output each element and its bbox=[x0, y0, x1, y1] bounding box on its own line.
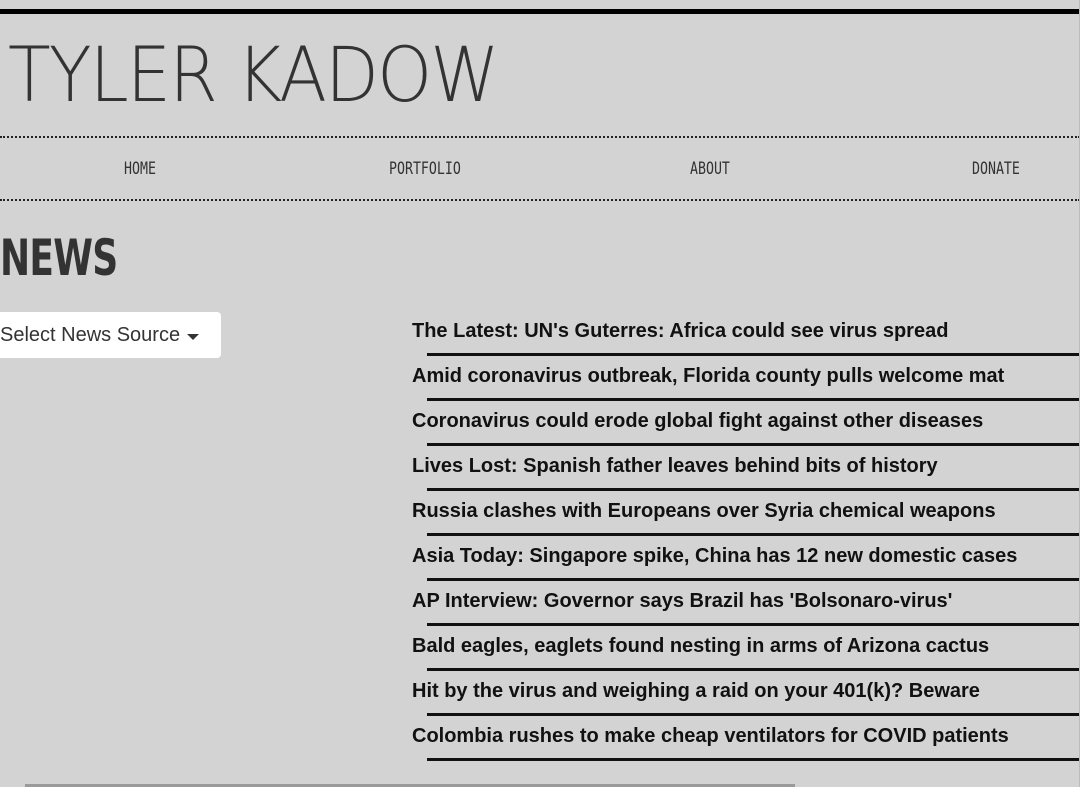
nav-home-link[interactable]: HOME bbox=[124, 159, 156, 179]
headline-link[interactable]: Colombia rushes to make cheap ventilator… bbox=[412, 725, 1009, 748]
nav-portfolio-link[interactable]: PORTFOLIO bbox=[389, 159, 461, 179]
site-logo[interactable]: TYLER KADOW bbox=[8, 30, 499, 120]
headline-link[interactable]: Hit by the virus and weighing a raid on … bbox=[412, 680, 980, 703]
headline-item: AP Interview: Governor says Brazil has '… bbox=[412, 580, 1080, 626]
headline-item: Coronavirus could erode global fight aga… bbox=[412, 400, 1080, 446]
caret-down-icon bbox=[187, 333, 200, 340]
headline-link[interactable]: Asia Today: Singapore spike, China has 1… bbox=[412, 545, 1017, 568]
headline-link[interactable]: Bald eagles, eaglets found nesting in ar… bbox=[412, 635, 989, 658]
headline-item: Colombia rushes to make cheap ventilator… bbox=[412, 715, 1080, 761]
headline-link[interactable]: AP Interview: Governor says Brazil has '… bbox=[412, 590, 952, 613]
nav-donate-link[interactable]: DONATE bbox=[972, 159, 1020, 179]
nav-bottom-divider bbox=[0, 199, 1080, 201]
headline-item: Amid coronavirus outbreak, Florida count… bbox=[412, 355, 1080, 401]
headline-link[interactable]: Lives Lost: Spanish father leaves behind… bbox=[412, 455, 938, 478]
headline-link[interactable]: Coronavirus could erode global fight aga… bbox=[412, 410, 983, 433]
news-source-dropdown-label: Select News Source bbox=[0, 323, 181, 346]
nav-top-divider bbox=[0, 136, 1080, 138]
headline-link[interactable]: Amid coronavirus outbreak, Florida count… bbox=[412, 365, 1004, 388]
headline-link[interactable]: Russia clashes with Europeans over Syria… bbox=[412, 500, 996, 523]
news-source-dropdown[interactable]: Select News Source bbox=[0, 312, 221, 358]
headline-link[interactable]: The Latest: UN's Guterres: Africa could … bbox=[412, 320, 948, 343]
headline-item: Asia Today: Singapore spike, China has 1… bbox=[412, 535, 1080, 581]
headline-item: Lives Lost: Spanish father leaves behind… bbox=[412, 445, 1080, 491]
main-nav: HOME PORTFOLIO ABOUT DONATE bbox=[0, 139, 1080, 201]
headline-item: Russia clashes with Europeans over Syria… bbox=[412, 490, 1080, 536]
headline-list: The Latest: UN's Guterres: Africa could … bbox=[412, 310, 1080, 761]
headline-divider bbox=[427, 758, 1080, 761]
top-border-bar bbox=[0, 9, 1080, 14]
headline-item: The Latest: UN's Guterres: Africa could … bbox=[412, 310, 1080, 356]
headline-item: Hit by the virus and weighing a raid on … bbox=[412, 670, 1080, 716]
nav-about-link[interactable]: ABOUT bbox=[690, 159, 730, 179]
page-title: NEWS bbox=[0, 229, 118, 287]
headline-item: Bald eagles, eaglets found nesting in ar… bbox=[412, 625, 1080, 671]
